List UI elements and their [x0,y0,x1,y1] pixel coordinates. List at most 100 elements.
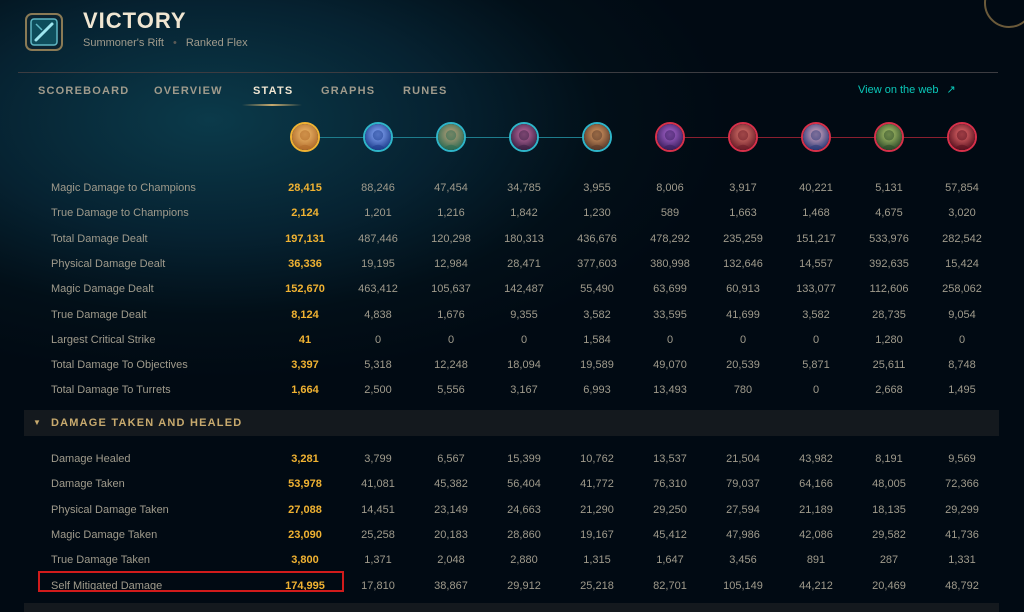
chevron-down-icon: ▼ [33,418,41,427]
stat-label: Physical Damage Taken [51,503,169,516]
stat-value: 5,556 [437,384,465,397]
stat-value: 21,504 [726,453,760,465]
tab-graphs[interactable]: GRAPHS [321,85,375,97]
stat-value: 4,675 [875,207,903,220]
tab-runes[interactable]: RUNES [403,85,448,97]
table-row: True Damage Taken 3,800 1,371 2,048 2,880 1,3… [0,548,1024,573]
stat-value: 63,699 [653,283,687,296]
stat-value: 28,860 [507,528,541,541]
stat-value: 25,258 [361,528,395,541]
stat-value: 1,647 [656,554,684,567]
stat-value: 3,799 [364,453,392,465]
stat-value: 3,167 [510,384,538,397]
self-stat-value: 36,336 [288,257,322,270]
stat-value: 487,446 [358,232,398,245]
stat-value: 589 [660,207,680,220]
stat-value: 5,131 [875,182,903,194]
stat-value: 2,048 [437,554,465,567]
tab-overview[interactable]: OVERVIEW [154,85,223,97]
table-row: Damage Taken 53,978 41,081 45,382 56,404 41,7… [0,472,1024,497]
stat-value: 20,469 [872,579,906,592]
self-stat-value: 3,397 [291,359,319,372]
self-stat-value: 2,124 [291,207,319,220]
stat-label: True Damage Taken [51,554,151,567]
next-section-header[interactable] [24,603,999,612]
stat-value: 1,331 [948,554,976,567]
stat-value: 41,081 [361,478,395,491]
champion-portrait-icon[interactable] [947,122,977,152]
stat-value: 9,054 [948,308,976,321]
stat-value: 41,736 [945,528,979,541]
stat-value: 1,216 [437,207,465,220]
champion-portrait-icon[interactable] [290,122,320,152]
champion-portrait-icon[interactable] [509,122,539,152]
self-stat-value: 53,978 [288,478,322,491]
stat-label: Largest Critical Strike [51,333,156,346]
stat-value: 105,637 [431,283,471,296]
stat-value: 45,382 [434,478,468,491]
stat-label: Total Damage To Objectives [51,359,188,372]
tab-stats[interactable]: STATS [253,85,293,97]
stat-value: 25,611 [872,359,906,372]
table-row: Damage Healed 3,281 3,799 6,567 15,399 10,762… [0,447,1024,472]
stat-value: 72,366 [945,478,979,491]
stat-value: 21,290 [580,503,614,516]
champion-portrait-icon[interactable] [874,122,904,152]
stat-value: 1,280 [875,333,903,346]
active-tab-indicator [242,104,302,106]
stat-value: 1,230 [583,207,611,220]
section-title: DAMAGE TAKEN AND HEALED [51,417,243,429]
stat-value: 3,582 [802,308,830,321]
stat-value: 64,166 [799,478,833,491]
self-stat-value: 1,664 [291,384,319,397]
stat-value: 4,838 [364,308,392,321]
stat-value: 82,701 [653,579,687,592]
champion-portrait-icon[interactable] [436,122,466,152]
stat-value: 8,006 [656,182,684,194]
stat-value: 55,490 [580,283,614,296]
tab-scoreboard[interactable]: SCOREBOARD [38,85,129,97]
self-stat-value: 41 [298,333,312,346]
champion-portrait-icon[interactable] [582,122,612,152]
stat-value: 76,310 [653,478,687,491]
self-stat-value: 3,281 [291,453,319,465]
stat-label: True Damage to Champions [51,207,189,220]
stat-value: 29,582 [872,528,906,541]
champion-portrait-icon[interactable] [655,122,685,152]
stat-value: 380,998 [650,257,690,270]
stat-value: 18,135 [872,503,906,516]
stat-value: 258,062 [942,283,982,296]
stat-value: 15,399 [507,453,541,465]
stat-value: 47,986 [726,528,760,541]
stat-value: 19,167 [580,528,614,541]
stat-label: True Damage Dealt [51,308,147,321]
profile-ring-icon[interactable] [984,0,1024,28]
champion-portrait-icon[interactable] [363,122,393,152]
stat-value: 120,298 [431,232,471,245]
stat-value: 478,292 [650,232,690,245]
table-row: Physical Damage Taken 27,088 14,451 23,149 2… [0,498,1024,523]
stat-value: 48,005 [872,478,906,491]
stat-value: 463,412 [358,283,398,296]
stat-value: 41,772 [580,478,614,491]
highlight-annotation-box [38,571,344,592]
damage-taken-section-header[interactable]: ▼ DAMAGE TAKEN AND HEALED [24,410,999,436]
stat-value: 3,955 [583,182,611,194]
stat-value: 15,424 [945,257,979,270]
stat-value: 5,318 [364,359,392,372]
stat-value: 105,149 [723,579,763,592]
champion-portrait-icon[interactable] [728,122,758,152]
result-title: VICTORY [83,8,187,33]
table-row: Magic Damage Dealt 152,670 463,412 105,637 1… [0,277,1024,302]
self-stat-value: 197,131 [285,232,325,245]
stat-value: 29,299 [945,503,979,516]
stat-label: Damage Taken [51,478,125,491]
header-divider [18,72,998,73]
stat-value: 533,976 [869,232,909,245]
view-on-web-link[interactable]: View on the web ↗ [858,83,956,96]
stat-label: Total Damage To Turrets [51,384,171,397]
self-stat-value: 23,090 [288,528,322,541]
champion-portrait-icon[interactable] [801,122,831,152]
stat-label: Physical Damage Dealt [51,257,166,270]
stat-value: 29,912 [507,579,541,592]
